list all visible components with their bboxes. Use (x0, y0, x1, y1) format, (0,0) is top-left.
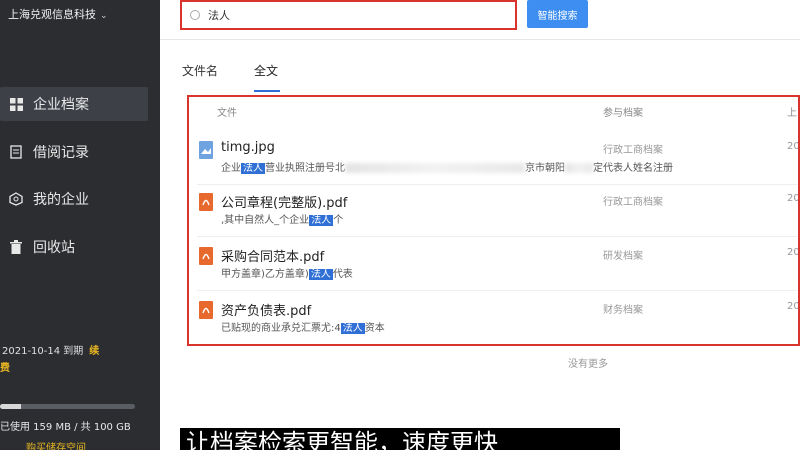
storage-progress-bar (0, 404, 135, 409)
archive-category: 财务档案 (603, 305, 643, 316)
row-divider (197, 184, 797, 185)
no-more-results: 没有更多 (568, 359, 608, 370)
search-highlight: 法人 (308, 269, 333, 280)
result-row[interactable]: timg.jpg 企业 法人 营业执照注册号北 京市朝阳 定代表人姓名注册 行政工商档案… (189, 135, 800, 185)
sidebar-item-recycle-bin[interactable]: 回收站 (0, 230, 148, 264)
trash-icon (8, 239, 24, 255)
sidebar-item-borrow-records[interactable]: 借阅记录 (0, 135, 148, 169)
storage-usage-text: 已使用 159 MB / 共 100 GB (0, 422, 131, 433)
row-divider (197, 290, 797, 291)
search-box[interactable] (180, 0, 517, 30)
sidebar-item-label: 企业档案 (33, 97, 89, 113)
upload-date: 20 (787, 193, 800, 204)
buy-storage-link[interactable]: 购买储存空间 (26, 439, 86, 450)
storage-progress-fill (0, 404, 22, 409)
sidebar-item-label: 我的企业 (33, 192, 89, 208)
image-file-icon (199, 141, 213, 159)
sidebar-item-label: 回收站 (33, 240, 75, 256)
tab-filename[interactable]: 文件名 (182, 62, 218, 79)
file-snippet: ,其中自然人_个企业 法人个 (221, 215, 344, 226)
archive-category: 行政工商档案 (603, 197, 663, 208)
upload-date: 20 (787, 141, 800, 152)
archive-category: 行政工商档案 (603, 145, 663, 156)
tab-fulltext[interactable]: 全文 (254, 62, 278, 79)
sidebar-item-my-enterprise[interactable]: 我的企业 (0, 182, 148, 216)
renew-link-cont[interactable]: 费 (0, 359, 10, 374)
search-highlight: 法人 (241, 163, 265, 174)
sidebar: 上海兑观信息科技 ⌄ 企业档案 借阅记录 我的企业 回收站 2021-10-14 … (0, 0, 160, 450)
row-divider (197, 236, 797, 237)
file-name[interactable]: 采购合同范本.pdf (221, 246, 324, 265)
sidebar-item-enterprise-archive[interactable]: 企业档案 (0, 87, 148, 121)
file-snippet: 企业 法人 营业执照注册号北 京市朝阳 定代表人姓名注册 (221, 163, 673, 174)
main-content: 文件名 全文 文件 参与档案 上 timg.jpg 企业 法人 营业执照注册号北 京市… (160, 40, 800, 450)
search-input[interactable] (208, 8, 488, 22)
top-bar: 智能搜索 (160, 0, 800, 40)
search-highlight: 法人 (340, 323, 365, 334)
smart-search-button[interactable]: 智能搜索 (527, 0, 588, 28)
company-switcher[interactable]: 上海兑观信息科技 ⌄ (8, 6, 108, 22)
column-header-date: 上 (787, 108, 797, 119)
video-caption: 让档案检索更智能，速度更快 (180, 428, 620, 450)
pdf-file-icon (199, 247, 213, 265)
redacted-text (345, 163, 525, 173)
result-row[interactable]: 资产负债表.pdf 已贴现的商业承兑汇票尤:4 法人 资本 财务档案 20 (189, 295, 800, 344)
file-snippet: 已贴现的商业承兑汇票尤:4 法人 资本 (221, 323, 385, 334)
building-icon (8, 191, 24, 207)
search-highlight: 法人 (309, 215, 334, 226)
upload-date: 20 (787, 247, 800, 258)
pdf-file-icon (199, 301, 213, 319)
file-name[interactable]: 资产负债表.pdf (221, 300, 311, 319)
pdf-file-icon (199, 193, 213, 211)
chevron-down-icon: ⌄ (100, 11, 108, 21)
search-results: 文件 参与档案 上 timg.jpg 企业 法人 营业执照注册号北 京市朝阳 定代表人姓… (187, 95, 800, 346)
file-name[interactable]: timg.jpg (221, 140, 275, 155)
archive-category: 研发档案 (603, 251, 643, 262)
result-row[interactable]: 采购合同范本.pdf 甲方盖章)乙方盖章) 法人 代表 研发档案 20 (189, 241, 800, 291)
sidebar-item-label: 借阅记录 (33, 145, 89, 161)
renew-link[interactable]: 续 (89, 346, 99, 357)
upload-date: 20 (787, 301, 800, 312)
redacted-text (565, 163, 593, 173)
file-name[interactable]: 公司章程(完整版).pdf (221, 192, 347, 211)
expire-date: 2021-10-14 到期续 (2, 346, 100, 357)
search-icon (190, 10, 200, 20)
grid-icon (8, 96, 24, 112)
active-tab-indicator (254, 90, 280, 92)
company-name: 上海兑观信息科技 (8, 8, 96, 21)
column-header-category: 参与档案 (603, 108, 643, 119)
column-header-file: 文件 (217, 108, 237, 119)
document-icon (8, 144, 24, 160)
file-snippet: 甲方盖章)乙方盖章) 法人 代表 (221, 269, 353, 280)
result-row[interactable]: 公司章程(完整版).pdf ,其中自然人_个企业 法人个 行政工商档案 20 (189, 187, 800, 237)
